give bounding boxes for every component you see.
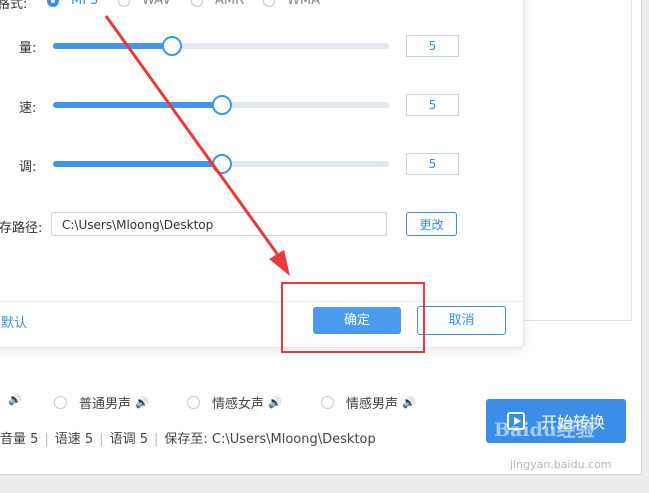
voice-option-emotional-female[interactable]: 情感女声 🔊 <box>187 393 282 412</box>
pitch-value-input[interactable]: 5 <box>406 153 459 175</box>
speaker-icon[interactable]: 🔊 <box>268 396 282 409</box>
voice-label: 普通男声 <box>79 397 132 412</box>
format-option-wma[interactable]: WMA <box>263 0 320 8</box>
format-label: 格式: <box>0 0 28 12</box>
radio-dot <box>321 396 334 409</box>
radio-dot <box>263 0 275 7</box>
save-path-label: 存路径: <box>0 221 43 236</box>
status-separator: | <box>99 432 104 447</box>
pitch-slider-thumb[interactable] <box>212 154 232 174</box>
voice-option-normal-male[interactable]: 普通男声 🔊 <box>54 393 149 412</box>
watermark-url: jingyan.baidu.com <box>510 458 612 471</box>
annotation-highlight-box <box>281 282 425 353</box>
change-path-button[interactable]: 更改 <box>406 212 457 236</box>
pitch-slider-fill <box>53 161 221 167</box>
speed-label: 速: <box>19 101 37 116</box>
restore-default-link[interactable]: 默认 <box>1 312 27 331</box>
voice-option-emotional-male[interactable]: 情感男声 🔊 <box>321 393 416 412</box>
format-option-label: WAV <box>142 0 172 8</box>
volume-slider-fill <box>53 43 171 49</box>
format-option-amr[interactable]: AMR <box>191 0 244 8</box>
voice-label: 情感男声 <box>346 397 399 412</box>
speed-value-input[interactable]: 5 <box>406 94 459 116</box>
format-option-label: MP3 <box>71 0 99 8</box>
status-pitch: 语调 5 <box>109 432 148 447</box>
save-path-input[interactable]: C:\Users\Mloong\Desktop <box>51 212 387 236</box>
volume-value-input[interactable]: 5 <box>406 35 459 57</box>
status-volume: 音量 5 <box>0 432 39 447</box>
dialog-divider <box>1 301 523 302</box>
speaker-icon[interactable]: 🔊 <box>402 396 416 409</box>
speed-slider-thumb[interactable] <box>212 95 232 115</box>
format-option-label: WMA <box>287 0 320 8</box>
speaker-icon[interactable]: 🔊 <box>135 396 149 409</box>
format-option-wav[interactable]: WAV <box>118 0 171 8</box>
format-option-mp3[interactable]: MP3 <box>47 0 98 8</box>
cancel-button[interactable]: 取消 <box>417 306 506 335</box>
speaker-icon[interactable]: 🔊 <box>8 393 22 406</box>
voice-option-previous[interactable]: 🔊 <box>4 393 22 406</box>
main-window: 格式: MP3 WAV AMR WMA 量: 5 速: 5 调: 5 存路径: … <box>0 0 642 475</box>
volume-label: 量: <box>19 41 37 56</box>
volume-slider[interactable] <box>53 36 389 56</box>
volume-slider-thumb[interactable] <box>161 36 182 56</box>
voice-label: 情感女声 <box>212 397 265 412</box>
background-panel <box>520 0 632 321</box>
watermark-logo: Baidu经验 <box>494 419 595 441</box>
speed-slider[interactable] <box>53 95 389 115</box>
format-option-label: AMR <box>215 0 245 8</box>
radio-dot <box>118 0 130 7</box>
status-save-path: 保存至: C:\Users\Mloong\Desktop <box>164 432 376 447</box>
pitch-slider[interactable] <box>53 154 389 174</box>
radio-dot <box>187 396 200 409</box>
settings-dialog: 格式: MP3 WAV AMR WMA 量: 5 速: 5 调: 5 存路径: … <box>0 0 524 348</box>
status-speed: 语速 5 <box>54 432 94 447</box>
status-separator: | <box>154 432 159 447</box>
speed-slider-fill <box>53 102 221 108</box>
status-separator: | <box>44 432 49 447</box>
radio-dot <box>191 0 203 7</box>
pitch-label: 调: <box>19 160 37 175</box>
radio-dot <box>47 0 59 7</box>
status-bar: 音量 5 | 语速 5 | 语调 5 | 保存至: C:\Users\Mloong\Desk… <box>0 428 376 447</box>
radio-dot <box>54 396 67 409</box>
